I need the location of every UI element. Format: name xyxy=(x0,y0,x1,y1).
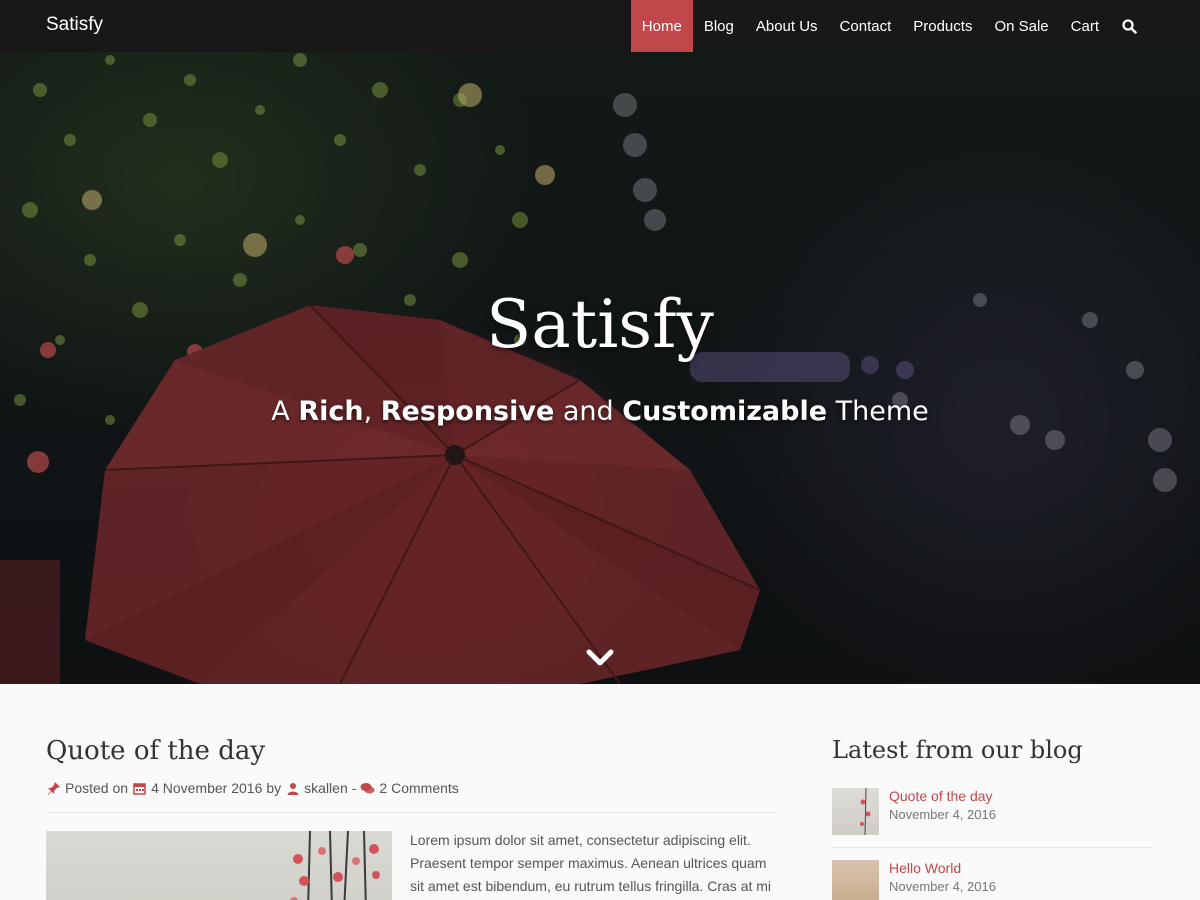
hero-banner: Satisfy A Rich, Responsive and Customiza… xyxy=(0,0,1200,684)
subtitle-part-bold: Responsive xyxy=(380,396,555,427)
subtitle-part-bold: Rich xyxy=(298,396,364,427)
latest-post-link[interactable]: Hello World xyxy=(889,860,996,876)
latest-post-date: November 4, 2016 xyxy=(889,879,996,894)
post-comments-link[interactable]: 2 Comments xyxy=(379,780,458,796)
pushpin-icon xyxy=(46,781,61,796)
top-navbar: Satisfy Home Blog About Us Contact Produ… xyxy=(0,0,1200,52)
post-title[interactable]: Quote of the day xyxy=(46,736,776,766)
hero-subtitle: A Rich, Responsive and Customizable Them… xyxy=(0,396,1200,427)
nav-item-cart[interactable]: Cart xyxy=(1060,0,1110,52)
list-item: Hello World November 4, 2016 xyxy=(832,860,1154,900)
post-divider xyxy=(46,812,776,813)
post-date-link[interactable]: 4 November 2016 xyxy=(151,780,262,796)
latest-post-info: Hello World November 4, 2016 xyxy=(889,860,996,900)
post-author-link[interactable]: skallen xyxy=(304,780,348,796)
latest-post-link[interactable]: Quote of the day xyxy=(889,788,996,804)
post-meta: Posted on 4 November 2016 by skallen - 2… xyxy=(46,780,776,796)
latest-post-date: November 4, 2016 xyxy=(889,807,996,822)
post-excerpt: Lorem ipsum dolor sit amet, consectetur … xyxy=(410,832,772,894)
sidebar-title: Latest from our blog xyxy=(832,736,1083,764)
post-thumbnail[interactable] xyxy=(46,831,392,900)
meta-separator: - xyxy=(351,780,357,796)
scroll-down-button[interactable] xyxy=(584,644,616,672)
nav-item-home[interactable]: Home xyxy=(630,0,693,52)
calendar-icon xyxy=(132,781,147,796)
latest-post-thumbnail[interactable] xyxy=(832,860,879,900)
subtitle-part: , xyxy=(363,396,381,427)
main-menu: Home Blog About Us Contact Products On S… xyxy=(630,0,1148,52)
subtitle-part: Theme xyxy=(827,396,929,427)
user-icon xyxy=(285,781,300,796)
subtitle-part: and xyxy=(554,396,623,427)
site-brand[interactable]: Satisfy xyxy=(46,14,103,36)
sidebar-widget-latest: Latest from our blog Quote of the day No… xyxy=(832,736,1154,900)
subtitle-part: A xyxy=(271,396,299,427)
hero-title: Satisfy xyxy=(486,286,714,363)
latest-post-thumbnail[interactable] xyxy=(832,788,879,835)
latest-posts-list: Quote of the day November 4, 2016 Hello … xyxy=(832,788,1154,900)
nav-item-on-sale[interactable]: On Sale xyxy=(983,0,1059,52)
subtitle-part-bold: Customizable xyxy=(622,396,828,427)
by-label: by xyxy=(266,780,282,796)
nav-item-blog[interactable]: Blog xyxy=(693,0,745,52)
posted-on-label: Posted on xyxy=(65,780,129,796)
nav-item-contact[interactable]: Contact xyxy=(829,0,903,52)
list-item: Quote of the day November 4, 2016 xyxy=(832,788,1154,848)
floral-branch-image xyxy=(290,831,380,900)
chevron-down-icon xyxy=(586,649,614,666)
search-icon xyxy=(1121,18,1137,34)
featured-post: Quote of the day Posted on 4 November 20… xyxy=(46,736,776,900)
nav-item-products[interactable]: Products xyxy=(902,0,983,52)
comments-icon xyxy=(360,781,375,796)
post-body: Lorem ipsum dolor sit amet, consectetur … xyxy=(46,831,776,900)
search-button[interactable] xyxy=(1110,0,1148,52)
latest-post-info: Quote of the day November 4, 2016 xyxy=(889,788,996,835)
nav-item-about-us[interactable]: About Us xyxy=(745,0,829,52)
